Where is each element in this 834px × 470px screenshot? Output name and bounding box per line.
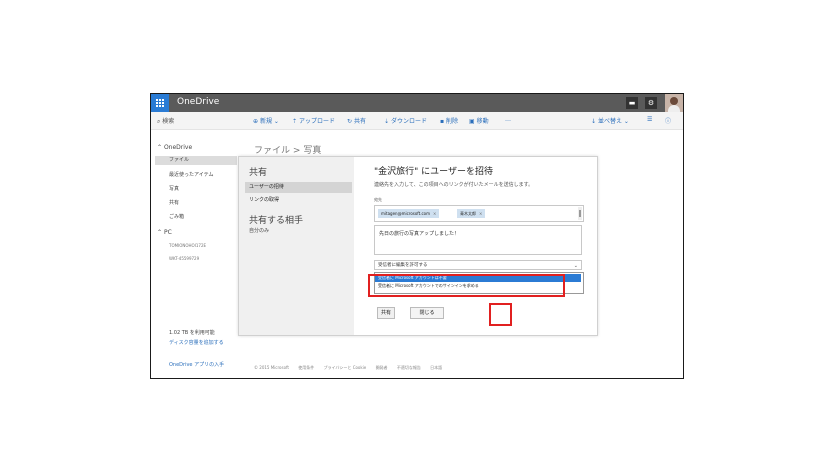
new-label: 新規 ⌄	[259, 118, 279, 125]
move-icon: ▣	[469, 118, 475, 125]
storage-status: 1.02 TB を利用可能	[169, 330, 215, 336]
recipient-input[interactable]: mitagen@microsoft.com × 青木太郎 ×	[374, 205, 584, 222]
highlight-box-share-button	[489, 303, 512, 326]
nav-item-recent[interactable]: 最近使ったアイテム	[169, 171, 214, 178]
move-label: 移動	[476, 118, 489, 125]
chevron-down-icon: ⌃	[157, 144, 163, 151]
plus-icon: ⊕	[253, 118, 259, 125]
share-dialog-sidebar: 共有 ユーザーの招待 リンクの取得 共有する相手 自分のみ	[239, 157, 354, 335]
share-button[interactable]: ↻ 共有	[347, 116, 366, 125]
message-textarea[interactable]: 先日の旅行の写真アップしました！	[374, 225, 582, 255]
get-app-link[interactable]: OneDrive アプリの入手	[169, 361, 224, 368]
tab-get-link[interactable]: リンクの取得	[245, 195, 352, 206]
search-label: 検索	[162, 118, 175, 125]
footer-copyright: © 2015 Microsoft	[254, 365, 289, 370]
close-icon[interactable]: ×	[433, 211, 436, 216]
chevron-down-icon: ⌃	[157, 229, 163, 236]
breadcrumb-root[interactable]: ファイル	[254, 146, 290, 156]
nav-pc-label: PC	[163, 229, 172, 236]
new-button[interactable]: ⊕ 新規 ⌄	[253, 116, 279, 125]
footer-terms-link[interactable]: 使用条件	[298, 365, 314, 370]
breadcrumb: ファイル > 写真	[254, 143, 321, 156]
shared-with-value: 自分のみ	[249, 228, 270, 234]
nav-pc-1[interactable]: TOMIONOHOI172E	[169, 243, 206, 248]
delete-button[interactable]: ▪ 削除	[440, 116, 458, 125]
nav-onedrive-header[interactable]: ⌃ OneDrive	[157, 144, 192, 151]
nav-onedrive-label: OneDrive	[163, 144, 193, 151]
search-icon: ⌕	[157, 118, 161, 125]
share-label: 共有	[353, 118, 366, 125]
gear-icon[interactable]: ⚙	[645, 97, 657, 109]
view-toggle-icon[interactable]: ☰	[647, 116, 652, 123]
breadcrumb-separator: >	[292, 146, 301, 156]
delete-icon: ▪	[440, 118, 445, 125]
upload-icon: ⇡	[292, 118, 298, 125]
nav-pc-header[interactable]: ⌃ PC	[157, 229, 172, 236]
app-launcher-icon[interactable]	[151, 94, 169, 112]
footer-language-link[interactable]: 日本語	[430, 365, 442, 370]
nav-item-shared[interactable]: 共有	[169, 199, 179, 206]
avatar[interactable]	[665, 94, 683, 112]
recipient-chip[interactable]: mitagen@microsoft.com ×	[378, 209, 440, 218]
footer-report-link[interactable]: 不適切な報告	[397, 365, 421, 370]
share-icon: ↻	[347, 118, 353, 125]
chevron-down-icon: ⌄	[573, 263, 578, 269]
close-icon[interactable]: ×	[479, 211, 482, 216]
close-dialog-button[interactable]: 閉じる	[410, 307, 444, 319]
page-footer: © 2015 Microsoft 使用条件 プライバシーと Cookie 開発者…	[254, 365, 450, 371]
app-top-bar: OneDrive ▬ ⚙	[151, 94, 683, 112]
shared-with-title: 共有する相手	[249, 216, 304, 226]
permission-selected-value: 受信者に編集を許可する	[378, 263, 428, 268]
to-label: 宛先	[374, 197, 382, 202]
more-button[interactable]: …	[505, 116, 511, 123]
sort-button[interactable]: ↓ 並べ替え ⌄	[591, 116, 629, 125]
tab-invite-people[interactable]: ユーザーの招待	[245, 182, 352, 193]
search-box[interactable]: ⌕ 検索	[157, 116, 174, 126]
nav-item-recycle-bin[interactable]: ごみ箱	[169, 213, 184, 220]
recipient-email: mitagen@microsoft.com	[381, 211, 431, 216]
chat-icon[interactable]: ▬	[626, 97, 638, 109]
app-title: OneDrive	[177, 97, 220, 107]
delete-label: 削除	[446, 118, 459, 125]
share-submit-button[interactable]: 共有	[377, 307, 395, 319]
footer-privacy-link[interactable]: プライバシーと Cookie	[324, 365, 367, 370]
share-dialog: 共有 ユーザーの招待 リンクの取得 共有する相手 自分のみ "金沢旅行" にユー…	[238, 156, 598, 336]
dialog-description: 連絡先を入力して、この項目へのリンクが付いたメールを送信します。	[374, 182, 534, 188]
recipient-name: 青木太郎	[460, 211, 476, 216]
share-dialog-sidebar-title: 共有	[249, 168, 268, 178]
download-label: ダウンロード	[390, 118, 427, 125]
screenshot-frame: OneDrive ▬ ⚙ ⌕ 検索 ⊕ 新規 ⌄ ⇡ アップロード ↻ 共有 ⇣…	[150, 93, 684, 379]
dialog-title: "金沢旅行" にユーザーを招待	[374, 167, 493, 177]
footer-developers-link[interactable]: 開発者	[376, 365, 388, 370]
command-bar: ⌕ 検索 ⊕ 新規 ⌄ ⇡ アップロード ↻ 共有 ⇣ ダウンロード ▪ 削除 …	[151, 112, 683, 130]
recipient-scrollbar[interactable]	[578, 207, 582, 220]
download-icon: ⇣	[384, 118, 390, 125]
download-button[interactable]: ⇣ ダウンロード	[384, 116, 427, 125]
info-icon[interactable]: ⓘ	[665, 116, 671, 125]
move-button[interactable]: ▣ 移動	[469, 116, 489, 125]
nav-pc-2[interactable]: WKT-45599729	[169, 256, 199, 261]
permission-select[interactable]: 受信者に編集を許可する ⌄	[374, 260, 582, 270]
recipient-chip[interactable]: 青木太郎 ×	[457, 209, 486, 218]
upload-label: アップロード	[298, 118, 335, 125]
upload-button[interactable]: ⇡ アップロード	[292, 116, 335, 125]
more-icon: …	[505, 116, 511, 123]
left-navigation: ⌃ OneDrive ファイル 最近使ったアイテム 写真 共有 ごみ箱 ⌃ PC…	[151, 130, 239, 378]
sort-icon: ↓	[591, 118, 597, 125]
sort-label: 並べ替え ⌄	[597, 118, 629, 125]
nav-item-photos[interactable]: 写真	[169, 185, 179, 192]
highlight-box-options	[368, 274, 565, 297]
nav-item-files[interactable]: ファイル	[155, 156, 237, 165]
breadcrumb-current: 写真	[303, 146, 322, 156]
add-storage-link[interactable]: ディスク容量を追加する	[169, 340, 229, 347]
